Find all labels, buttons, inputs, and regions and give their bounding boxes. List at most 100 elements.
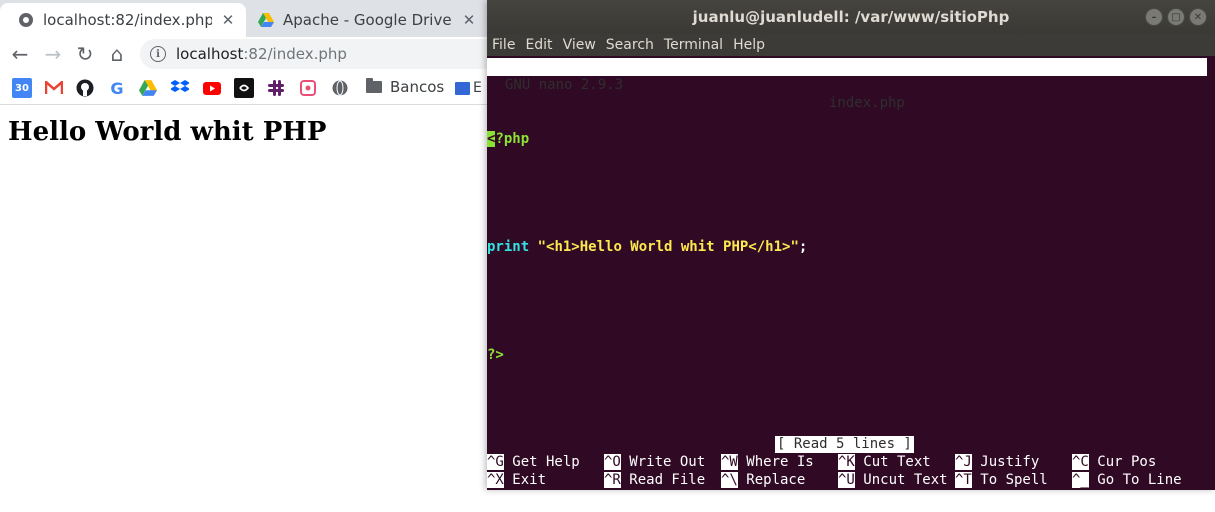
shortcut-label: Where Is: [737, 454, 814, 470]
shortcut-key: ^T: [955, 472, 972, 488]
php-string: "<h1>Hello World whit PHP</h1>": [537, 239, 799, 255]
evernote-icon[interactable]: [234, 78, 254, 98]
folder-icon: [366, 78, 382, 93]
close-tab-icon[interactable]: ✕: [461, 11, 477, 29]
forward-button[interactable]: →: [41, 42, 65, 66]
calendar-icon[interactable]: 30: [12, 78, 32, 98]
nano-filename: index.php: [829, 95, 905, 111]
shortcut-write-out[interactable]: ^O Write Out: [604, 453, 705, 471]
shortcut-cur-pos[interactable]: ^C Cur Pos: [1072, 453, 1156, 471]
menu-terminal[interactable]: Terminal: [659, 37, 728, 53]
code-area[interactable]: <?php print "<h1>Hello World whit PHP</h…: [487, 94, 807, 400]
tab-strip: localhost:82/index.php ✕ Apache - Google…: [0, 0, 487, 37]
shortcut-label: To Spell: [971, 472, 1048, 488]
address-bar[interactable]: i localhost:82/index.php: [140, 39, 500, 69]
php-close-tag: ?>: [487, 347, 504, 363]
tab-title: localhost:82/index.php: [43, 11, 212, 29]
minimize-icon[interactable]: –: [1145, 8, 1163, 26]
shortcut-key: ^C: [1072, 454, 1089, 470]
maximize-icon[interactable]: □: [1167, 8, 1185, 26]
close-tab-icon[interactable]: ✕: [220, 11, 236, 29]
home-button[interactable]: ⌂: [105, 42, 129, 66]
nano-version: GNU nano 2.9.3: [505, 77, 624, 93]
menu-search[interactable]: Search: [601, 37, 659, 53]
shortcut-read-file[interactable]: ^R Read File: [604, 471, 705, 489]
gmail-icon[interactable]: [44, 78, 64, 98]
shortcut-uncut-text[interactable]: ^U Uncut Text: [838, 471, 948, 489]
tab-apache-drive[interactable]: Apache - Google Drive ✕: [240, 3, 487, 37]
bookmark-overflow[interactable]: E: [455, 78, 485, 98]
shortcut-replace[interactable]: ^\ Replace: [721, 471, 805, 489]
shortcut-key: ^O: [604, 454, 621, 470]
code-line: <?php: [487, 130, 807, 148]
drive-icon[interactable]: [138, 78, 158, 98]
menu-edit[interactable]: Edit: [520, 37, 557, 53]
reload-button[interactable]: ↻: [73, 42, 97, 66]
shortcut-key: ^X: [487, 472, 504, 488]
shortcut-key: ^\: [721, 472, 738, 488]
code-semicolon: ;: [798, 239, 808, 255]
shortcut-to-spell[interactable]: ^T To Spell: [955, 471, 1048, 489]
shortcut-label: Cur Pos: [1088, 454, 1157, 470]
google-icon[interactable]: G: [107, 78, 127, 98]
dropbox-icon[interactable]: [170, 78, 190, 98]
globe-icon: [18, 12, 34, 28]
shortcut-key: ^U: [838, 472, 855, 488]
window-title: juanlu@juanludell: /var/www/sitioPhp: [692, 8, 1010, 26]
menu-view[interactable]: View: [558, 37, 601, 53]
php-print-keyword: print: [487, 239, 530, 255]
shortcut-key: ^J: [955, 454, 972, 470]
shortcut-key: ^G: [487, 454, 504, 470]
menu-help[interactable]: Help: [728, 37, 770, 53]
shortcut-where-is[interactable]: ^W Where Is: [721, 453, 814, 471]
shortcut-key: ^W: [721, 454, 738, 470]
slack-icon[interactable]: [266, 78, 286, 98]
youtube-icon[interactable]: [202, 78, 222, 98]
bookmarks-bar: 30 G Bancos E: [0, 71, 487, 105]
url-host: localhost: [176, 45, 244, 63]
code-line: ?>: [487, 346, 807, 364]
github-icon[interactable]: [75, 78, 95, 98]
nano-status: [ Read 5 lines ]: [775, 436, 914, 453]
bookmark-folder-bancos[interactable]: Bancos: [366, 78, 444, 96]
shortcut-label: Replace: [737, 472, 806, 488]
bookmark-overflow-icon: [455, 81, 470, 95]
drive-icon: [258, 12, 274, 28]
nano-editor[interactable]: GNU nano 2.9.3 index.php <?php print "<h…: [487, 56, 1215, 490]
globe-icon[interactable]: [330, 78, 350, 98]
code-line: print "<h1>Hello World whit PHP</h1>";: [487, 238, 807, 256]
terminal-menubar: File Edit View Search Terminal Help: [487, 34, 1215, 56]
tab-title: Apache - Google Drive: [283, 11, 452, 29]
shortcut-label: Write Out: [620, 454, 706, 470]
shortcut-label: Uncut Text: [854, 472, 948, 488]
shortcut-exit[interactable]: ^X Exit: [487, 471, 546, 489]
page-content: Hello World whit PHP: [0, 105, 487, 512]
shortcut-label: Go To Line: [1088, 472, 1182, 488]
tab-localhost[interactable]: localhost:82/index.php ✕: [0, 3, 246, 37]
bookmark-overflow-label: E: [473, 80, 482, 96]
terminal-titlebar[interactable]: juanlu@juanludell: /var/www/sitioPhp – □…: [487, 0, 1215, 34]
shortcut-cut-text[interactable]: ^K Cut Text: [838, 453, 931, 471]
shortcut-go-to-line[interactable]: ^_ Go To Line: [1072, 471, 1182, 489]
shortcut-label: Get Help: [503, 454, 580, 470]
page-heading: Hello World whit PHP: [8, 117, 327, 147]
terminal-window: juanlu@juanludell: /var/www/sitioPhp – □…: [487, 0, 1215, 490]
back-button[interactable]: ←: [8, 42, 32, 66]
menu-file[interactable]: File: [487, 37, 520, 53]
close-icon[interactable]: ✕: [1189, 8, 1207, 26]
shortcut-label: Read File: [620, 472, 706, 488]
bookmark-folder-label: Bancos: [390, 78, 445, 96]
info-icon[interactable]: i: [150, 46, 166, 62]
php-open-tag: ?php: [495, 131, 530, 147]
shortcut-justify[interactable]: ^J Justify: [955, 453, 1039, 471]
browser-toolbar: ← → ↻ ⌂ i localhost:82/index.php: [0, 37, 500, 71]
shortcut-get-help[interactable]: ^G Get Help: [487, 453, 580, 471]
shortcut-label: Exit: [503, 472, 547, 488]
app-icon[interactable]: [298, 78, 318, 98]
nano-header-bar: GNU nano 2.9.3 index.php: [487, 58, 1207, 111]
shortcut-key: ^R: [604, 472, 621, 488]
shortcut-label: Cut Text: [854, 454, 931, 470]
browser-window: localhost:82/index.php ✕ Apache - Google…: [0, 0, 500, 512]
window-controls: – □ ✕: [1145, 8, 1207, 26]
